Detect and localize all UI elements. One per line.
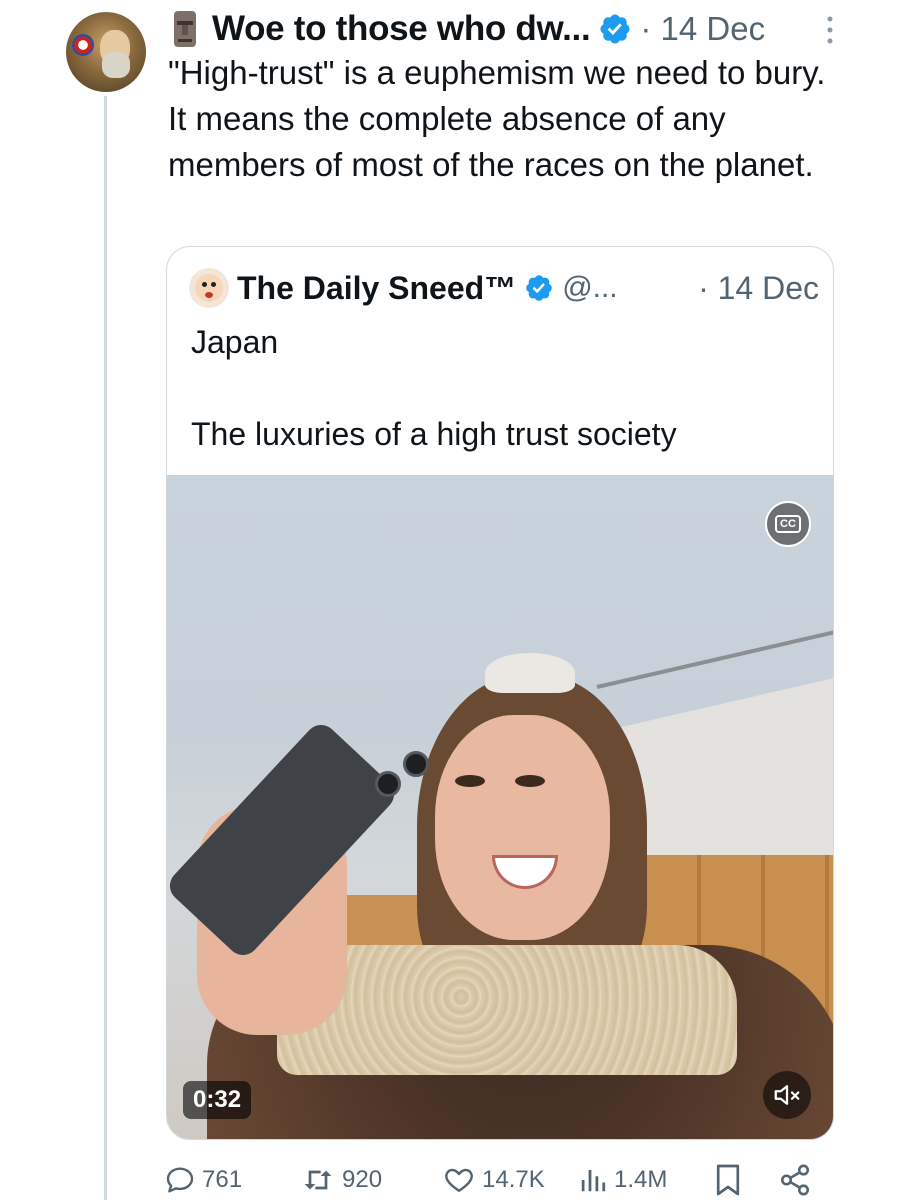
action-bar: 761 920 14.7K 1.4M	[164, 1158, 814, 1200]
share-button[interactable]	[778, 1158, 818, 1200]
quote-handle[interactable]: @...	[562, 271, 617, 305]
more-icon[interactable]	[826, 14, 834, 46]
like-button[interactable]: 14.7K	[442, 1158, 545, 1200]
repost-button[interactable]: 920	[300, 1158, 382, 1200]
quote-text-line: Japan	[191, 324, 279, 360]
quote-header: The Daily Sneed™ @... · 14 Dec	[189, 267, 819, 309]
views-count: 1.4M	[614, 1166, 668, 1193]
like-count: 14.7K	[482, 1166, 545, 1193]
bookmark-icon	[716, 1164, 740, 1196]
bookmark-button[interactable]	[714, 1158, 748, 1200]
author-name[interactable]: Woe to those who dw...	[212, 9, 591, 49]
reply-icon	[166, 1167, 194, 1193]
closed-captions-icon: CC	[775, 515, 801, 533]
quote-author-name[interactable]: The Daily Sneed™	[237, 270, 516, 307]
mute-icon	[774, 1085, 800, 1105]
avatar-badge	[72, 34, 94, 56]
share-icon	[780, 1164, 810, 1196]
like-icon	[445, 1168, 473, 1192]
tweet-date[interactable]: · 14 Dec	[640, 10, 765, 48]
verified-icon	[526, 275, 552, 301]
tweet-text: "High-trust" is a euphemism we need to b…	[168, 54, 826, 183]
video-player[interactable]: CC 0:32	[167, 475, 833, 1139]
views-button[interactable]: 1.4M	[578, 1158, 667, 1200]
reply-count: 761	[202, 1166, 243, 1193]
thread-line	[104, 96, 107, 1200]
video-duration: 0:32	[183, 1081, 252, 1119]
verified-icon	[600, 14, 630, 44]
quote-text: Japan The luxuries of a high trust socie…	[191, 319, 811, 457]
quoted-tweet[interactable]: The Daily Sneed™ @... · 14 Dec Japan The…	[166, 246, 834, 1140]
repost-count: 920	[342, 1166, 383, 1193]
mute-button[interactable]	[763, 1071, 811, 1119]
closed-captions-button[interactable]: CC	[765, 501, 811, 547]
views-icon	[581, 1170, 606, 1192]
avatar[interactable]	[66, 12, 146, 92]
quote-text-line: The luxuries of a high trust society	[191, 416, 677, 452]
quote-date[interactable]: · 14 Dec	[698, 270, 819, 307]
moai-emoji-icon	[174, 11, 196, 47]
quote-avatar[interactable]	[189, 268, 229, 308]
repost-icon	[304, 1170, 332, 1190]
reply-button[interactable]: 761	[164, 1158, 242, 1200]
tweet-header: Woe to those who dw... · 14 Dec	[168, 6, 838, 52]
